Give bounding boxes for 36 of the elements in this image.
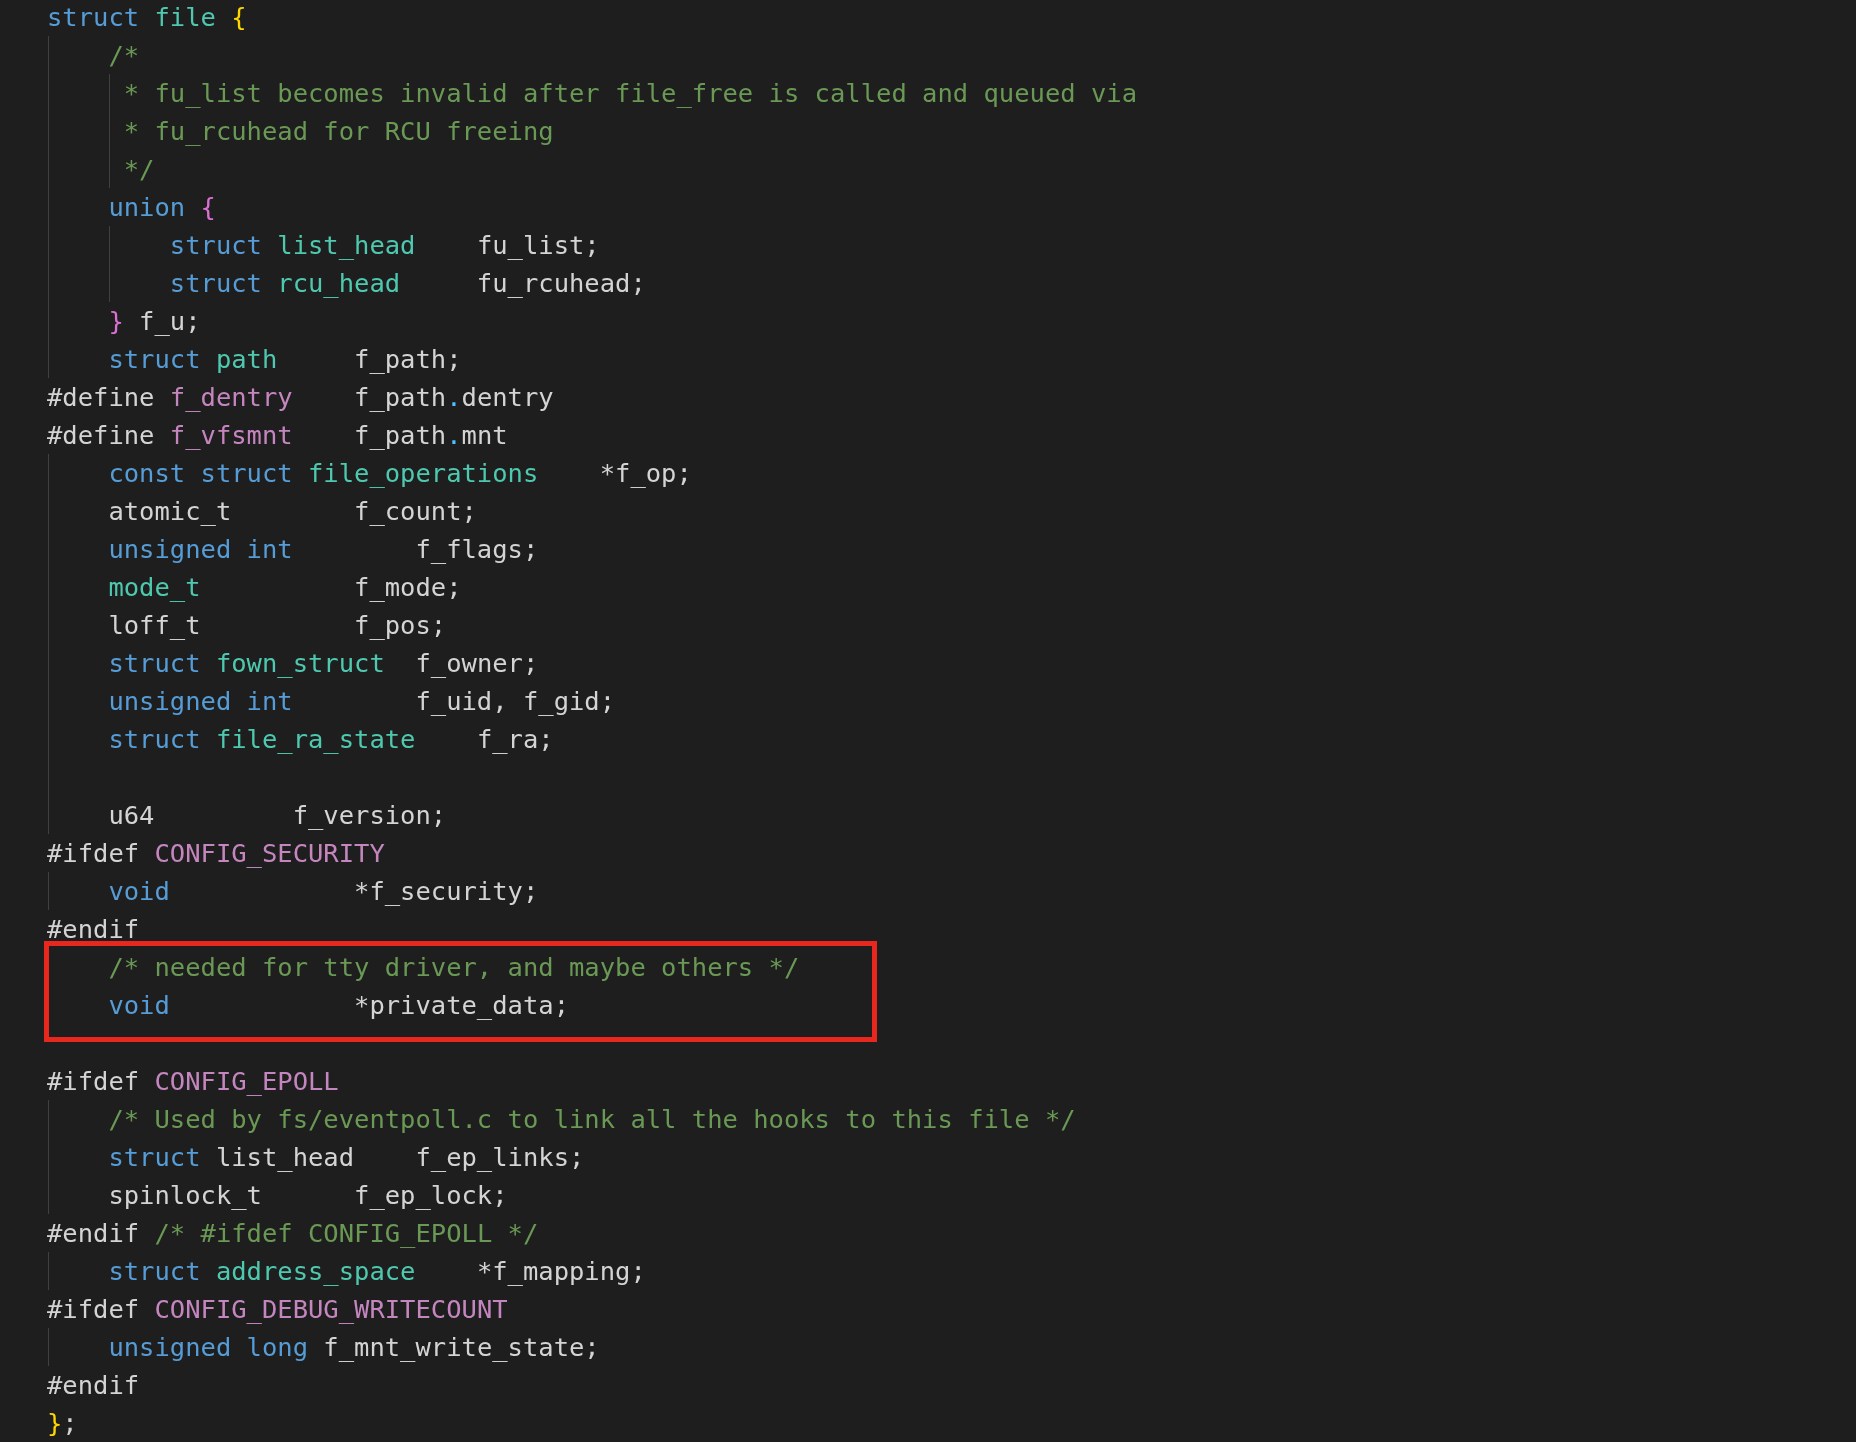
code-line: /* Used by fs/eventpoll.c to link all the hooks to this file */	[107, 1103, 1076, 1136]
code-line: };	[47, 1407, 78, 1440]
code-line: * fu_rcuhead for RCU freeing	[122, 115, 554, 148]
code-line: u64 f_version;	[107, 799, 447, 832]
code-line: } f_u;	[107, 305, 201, 338]
code-line: unsigned long f_mnt_write_state;	[107, 1331, 600, 1364]
code-line: #ifdef CONFIG_SECURITY	[47, 837, 385, 870]
code-line: struct fown_struct f_owner;	[107, 647, 539, 680]
code-line: struct file_ra_state f_ra;	[107, 723, 554, 756]
code-line: #define f_vfsmnt f_path.mnt	[47, 419, 508, 452]
code-line: struct file {	[47, 1, 247, 34]
code-line: loff_t f_pos;	[107, 609, 447, 642]
code-line: /* needed for tty driver, and maybe others */	[107, 951, 800, 984]
code-line: struct path f_path;	[107, 343, 462, 376]
code-line: unsigned int f_uid, f_gid;	[107, 685, 616, 718]
code-line: struct list_head f_ep_links;	[107, 1141, 585, 1174]
code-line: unsigned int f_flags;	[107, 533, 539, 566]
code-line: #endif	[47, 1369, 140, 1402]
code-line: /*	[107, 39, 140, 72]
code-line: struct address_space *f_mapping;	[107, 1255, 646, 1288]
code-line: * fu_list becomes invalid after file_free is called and queued via	[122, 77, 1137, 110]
code-line: atomic_t f_count;	[107, 495, 477, 528]
code-line: void *f_security;	[107, 875, 539, 908]
code-line: const struct file_operations *f_op;	[107, 457, 692, 490]
code-line: #define f_dentry f_path.dentry	[47, 381, 554, 414]
code-line: #endif	[47, 913, 140, 946]
code-line: #ifdef CONFIG_EPOLL	[47, 1065, 339, 1098]
code-line: struct rcu_head fu_rcuhead;	[168, 267, 646, 300]
code-line: #endif /* #ifdef CONFIG_EPOLL */	[47, 1217, 539, 1250]
code-line: void *private_data;	[107, 989, 569, 1022]
code-line: */	[122, 153, 155, 186]
code-line: mode_t f_mode;	[107, 571, 462, 604]
code-line: struct list_head fu_list;	[168, 229, 600, 262]
code-line: #ifdef CONFIG_DEBUG_WRITECOUNT	[47, 1293, 508, 1326]
code-line: union {	[107, 191, 216, 224]
code-line: spinlock_t f_ep_lock;	[107, 1179, 508, 1212]
